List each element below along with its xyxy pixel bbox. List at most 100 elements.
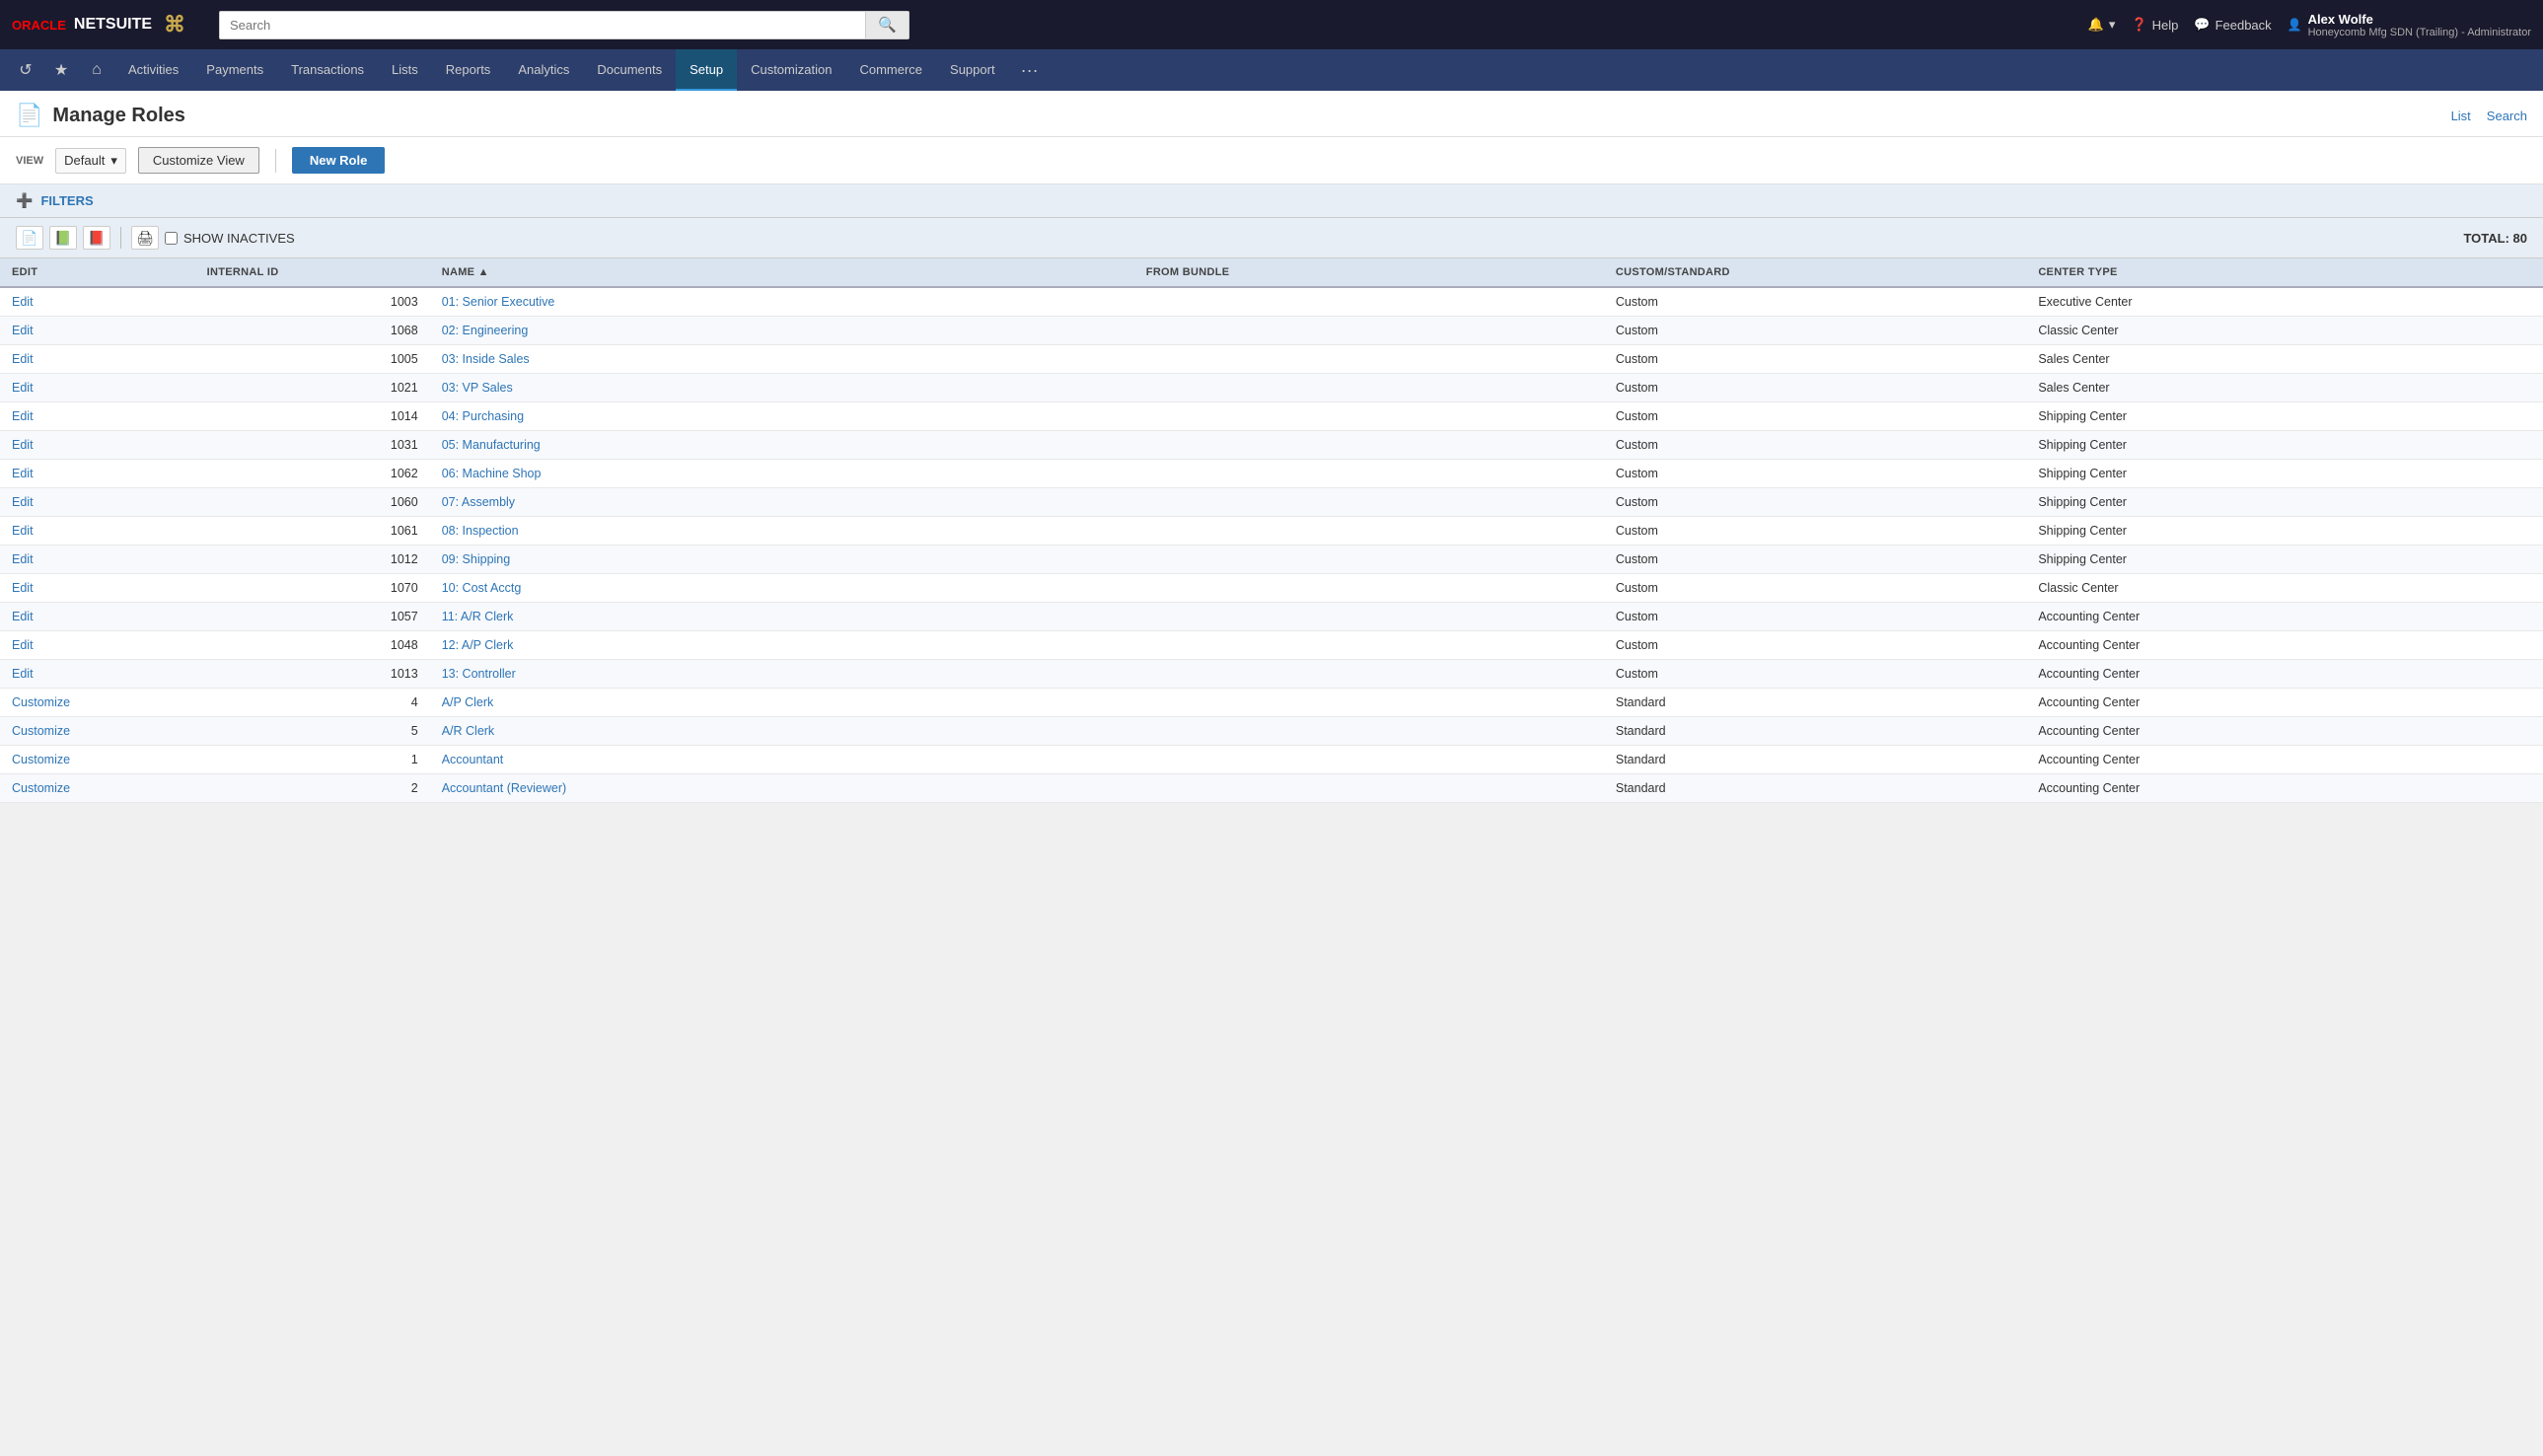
nav-item-payments[interactable]: Payments xyxy=(192,49,277,91)
nav-star-icon[interactable]: ★ xyxy=(43,52,79,88)
edit-link[interactable]: Customize xyxy=(12,695,70,709)
nav-item-documents[interactable]: Documents xyxy=(583,49,676,91)
center-type-cell: Accounting Center xyxy=(2026,603,2543,631)
table-row: Edit106802: EngineeringCustomClassic Cen… xyxy=(0,317,2543,345)
custom-standard-cell: Custom xyxy=(1604,574,2026,603)
nav-item-lists[interactable]: Lists xyxy=(378,49,432,91)
name-link[interactable]: 03: VP Sales xyxy=(442,381,513,395)
custom-standard-cell: Custom xyxy=(1604,603,2026,631)
nav-item-analytics[interactable]: Analytics xyxy=(504,49,583,91)
name-link[interactable]: 04: Purchasing xyxy=(442,409,524,423)
edit-link[interactable]: Edit xyxy=(12,352,34,366)
name-link[interactable]: 09: Shipping xyxy=(442,552,511,566)
col-header-internal-id[interactable]: INTERNAL ID xyxy=(195,258,430,287)
nav-item-transactions[interactable]: Transactions xyxy=(277,49,378,91)
export-pdf-button[interactable]: 📕 xyxy=(83,226,110,250)
name-link[interactable]: 07: Assembly xyxy=(442,495,515,509)
edit-link[interactable]: Edit xyxy=(12,495,34,509)
name-link[interactable]: 02: Engineering xyxy=(442,324,529,337)
table-row: Edit105711: A/R ClerkCustomAccounting Ce… xyxy=(0,603,2543,631)
show-inactives-checkbox[interactable] xyxy=(165,232,178,245)
col-header-center-type: CENTER TYPE xyxy=(2026,258,2543,287)
name-link[interactable]: 08: Inspection xyxy=(442,524,519,538)
name-link[interactable]: Accountant (Reviewer) xyxy=(442,781,566,795)
name-link[interactable]: 10: Cost Acctg xyxy=(442,581,522,595)
notification-arrow: ▾ xyxy=(2109,17,2116,33)
nav-item-activities[interactable]: Activities xyxy=(114,49,192,91)
from-bundle-cell xyxy=(1134,660,1604,689)
nav-item-setup[interactable]: Setup xyxy=(676,49,737,91)
netsuite-logo: NETSUITE xyxy=(74,16,152,34)
custom-standard-cell: Custom xyxy=(1604,460,2026,488)
edit-link[interactable]: Edit xyxy=(12,295,34,309)
edit-link[interactable]: Edit xyxy=(12,581,34,595)
oracle-logo: ORACLE xyxy=(12,18,66,33)
custom-standard-cell: Standard xyxy=(1604,689,2026,717)
edit-link[interactable]: Customize xyxy=(12,753,70,766)
internal-id-cell: 1060 xyxy=(195,488,430,517)
search-button[interactable]: 🔍 xyxy=(865,12,908,38)
edit-link[interactable]: Edit xyxy=(12,438,34,452)
edit-link[interactable]: Edit xyxy=(12,409,34,423)
name-link[interactable]: 12: A/P Clerk xyxy=(442,638,514,652)
internal-id-cell: 1005 xyxy=(195,345,430,374)
show-inactives-label: SHOW INACTIVES xyxy=(183,231,295,246)
help-button[interactable]: ❓ Help xyxy=(2131,17,2178,33)
name-link[interactable]: A/R Clerk xyxy=(442,724,494,738)
from-bundle-cell xyxy=(1134,488,1604,517)
customize-view-button[interactable]: Customize View xyxy=(138,147,259,174)
name-link[interactable]: 11: A/R Clerk xyxy=(442,610,514,623)
edit-link[interactable]: Edit xyxy=(12,667,34,681)
list-action-link[interactable]: List xyxy=(2451,109,2471,123)
edit-link[interactable]: Customize xyxy=(12,724,70,738)
custom-standard-cell: Standard xyxy=(1604,746,2026,774)
view-dropdown-icon: ▾ xyxy=(110,153,117,169)
name-link[interactable]: 06: Machine Shop xyxy=(442,467,542,480)
edit-link[interactable]: Edit xyxy=(12,638,34,652)
name-link[interactable]: 01: Senior Executive xyxy=(442,295,555,309)
table-body: Edit100301: Senior ExecutiveCustomExecut… xyxy=(0,287,2543,803)
name-link[interactable]: 13: Controller xyxy=(442,667,516,681)
feedback-button[interactable]: 💬 Feedback xyxy=(2194,17,2271,33)
edit-link[interactable]: Edit xyxy=(12,610,34,623)
view-select[interactable]: Default ▾ xyxy=(55,148,126,174)
notification-button[interactable]: 🔔 ▾ xyxy=(2088,17,2116,33)
nav-more-button[interactable]: ··· xyxy=(1013,60,1047,81)
nav-item-reports[interactable]: Reports xyxy=(432,49,505,91)
name-link[interactable]: 05: Manufacturing xyxy=(442,438,541,452)
user-info[interactable]: 👤 Alex Wolfe Honeycomb Mfg SDN (Trailing… xyxy=(2288,12,2531,38)
nav-item-customization[interactable]: Customization xyxy=(737,49,845,91)
center-type-cell: Classic Center xyxy=(2026,317,2543,345)
edit-link[interactable]: Edit xyxy=(12,552,34,566)
plain-text-icon: 📄 xyxy=(21,230,37,247)
nav-home-icon[interactable]: ⌂ xyxy=(79,52,114,88)
nav-item-support[interactable]: Support xyxy=(936,49,1009,91)
from-bundle-cell xyxy=(1134,631,1604,660)
table-row: Edit100503: Inside SalesCustomSales Cent… xyxy=(0,345,2543,374)
edit-link[interactable]: Edit xyxy=(12,324,34,337)
new-role-button[interactable]: New Role xyxy=(292,147,386,174)
print-button[interactable]: 🖨 xyxy=(131,226,159,250)
name-link[interactable]: 03: Inside Sales xyxy=(442,352,530,366)
center-type-cell: Shipping Center xyxy=(2026,460,2543,488)
edit-link[interactable]: Edit xyxy=(12,524,34,538)
export-excel-button[interactable]: 📗 xyxy=(49,226,77,250)
col-header-from-bundle: FROM BUNDLE xyxy=(1134,258,1604,287)
search-action-link[interactable]: Search xyxy=(2487,109,2527,123)
edit-link[interactable]: Edit xyxy=(12,381,34,395)
from-bundle-cell xyxy=(1134,287,1604,317)
export-plain-text-button[interactable]: 📄 xyxy=(16,226,43,250)
table-row: Customize4A/P ClerkStandardAccounting Ce… xyxy=(0,689,2543,717)
name-link[interactable]: A/P Clerk xyxy=(442,695,494,709)
col-header-name[interactable]: NAME ▲ xyxy=(430,258,1134,287)
table-row: Edit101209: ShippingCustomShipping Cente… xyxy=(0,546,2543,574)
nav-back-icon[interactable]: ↺ xyxy=(8,52,43,88)
filters-bar[interactable]: ➕ FILTERS xyxy=(0,184,2543,218)
edit-link[interactable]: Customize xyxy=(12,781,70,795)
edit-link[interactable]: Edit xyxy=(12,467,34,480)
nav-item-commerce[interactable]: Commerce xyxy=(845,49,936,91)
show-inactives-checkbox-group[interactable]: SHOW INACTIVES xyxy=(165,231,295,246)
name-link[interactable]: Accountant xyxy=(442,753,504,766)
from-bundle-cell xyxy=(1134,402,1604,431)
search-input[interactable] xyxy=(220,12,865,38)
